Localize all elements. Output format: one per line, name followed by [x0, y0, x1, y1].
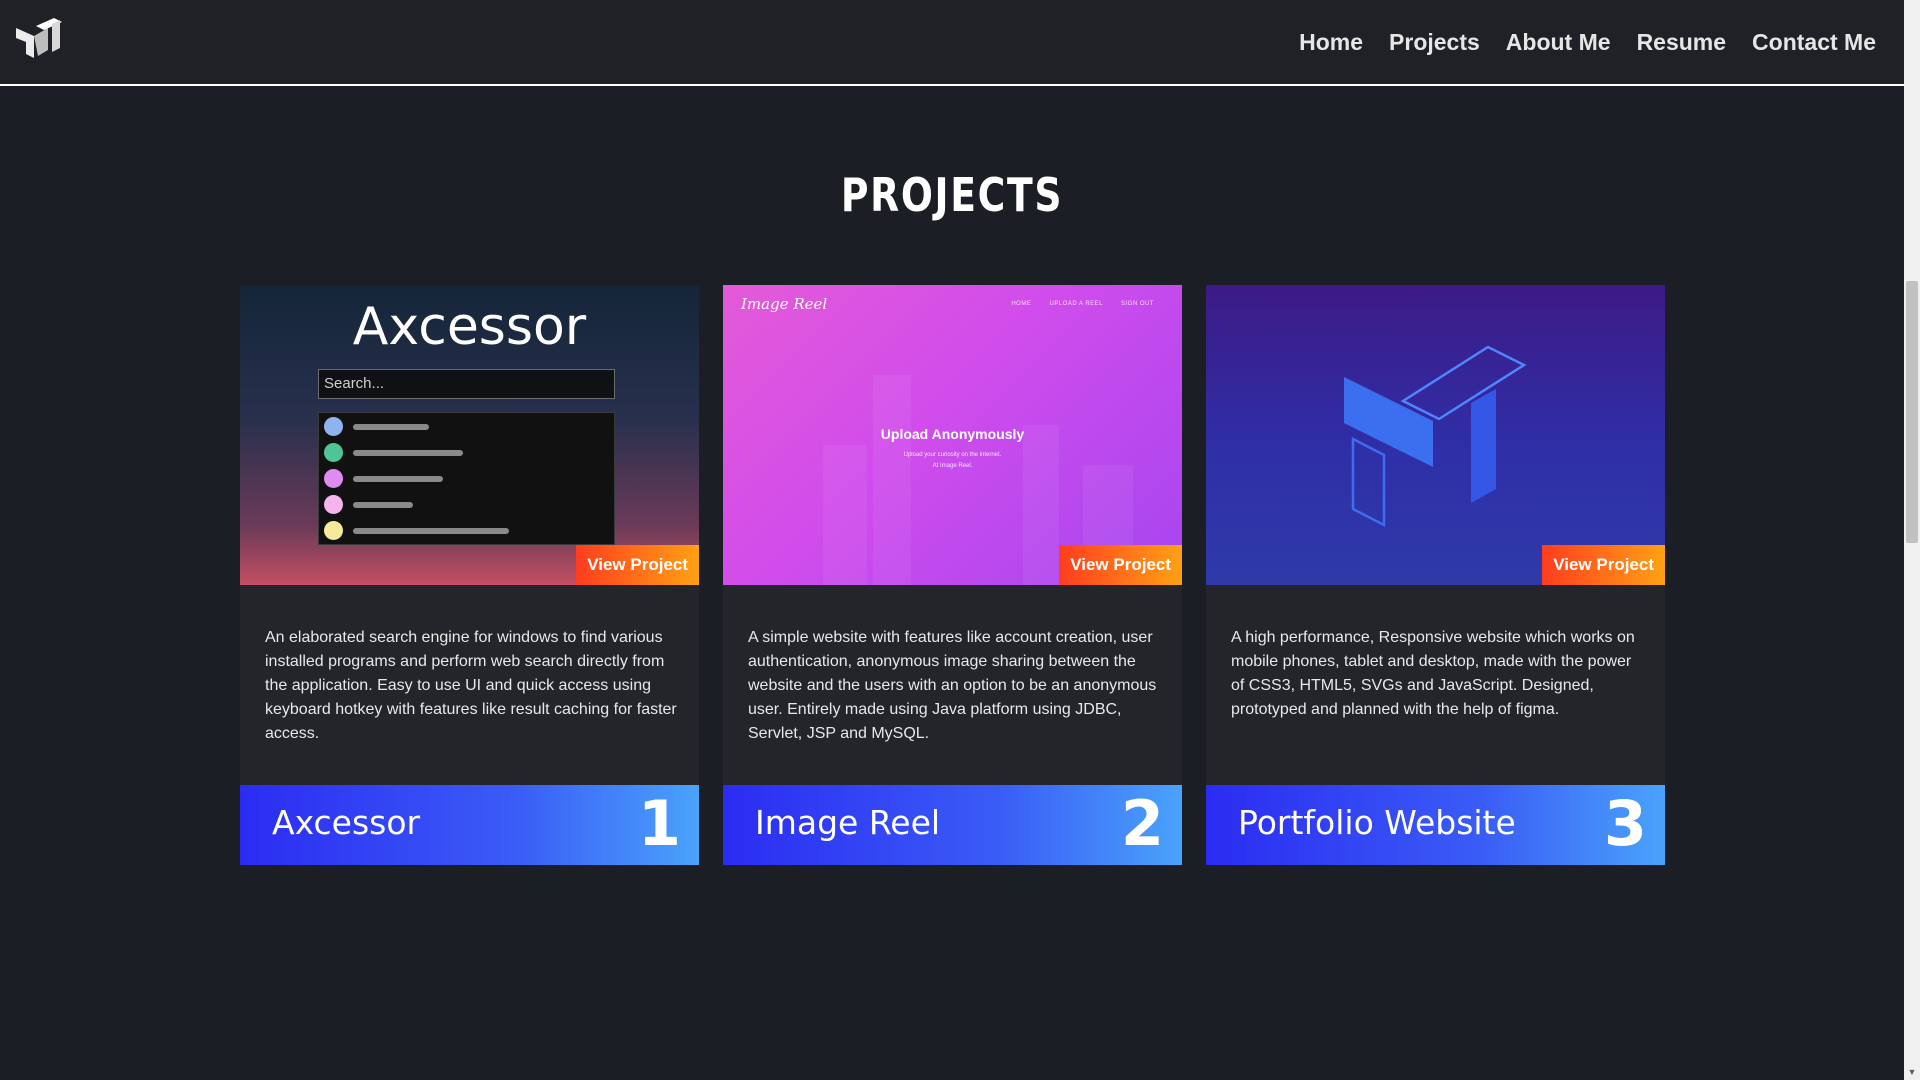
isometric-logo-icon	[1344, 345, 1527, 528]
nav-link-home[interactable]: Home	[1299, 29, 1363, 56]
project-title-bar[interactable]: Image Reel 2	[723, 785, 1182, 865]
thumbnail-nav-item: HOME	[1011, 301, 1032, 307]
thumbnail-result-list	[318, 412, 615, 545]
project-title: Image Reel	[755, 803, 941, 842]
scrollbar-thumb[interactable]	[1906, 281, 1918, 543]
project-thumbnail: View Project	[1206, 285, 1665, 585]
scroll-down-arrow-icon[interactable]: ▼	[1907, 1067, 1917, 1077]
project-title: Portfolio Website	[1238, 803, 1516, 842]
building-silhouette	[873, 375, 911, 585]
project-title-bar[interactable]: Portfolio Website 3	[1206, 785, 1665, 865]
project-number: 2	[1120, 787, 1164, 860]
navbar: Home Projects About Me Resume Contact Me	[0, 0, 1904, 86]
thumbnail-brand: Image Reel	[741, 295, 828, 313]
nav-link-about-me[interactable]: About Me	[1506, 29, 1611, 56]
nav-links: Home Projects About Me Resume Contact Me	[1299, 0, 1876, 84]
project-card: Image Reel HOME UPLOAD A REEL SIGN OUT U…	[723, 285, 1182, 865]
view-project-button[interactable]: View Project	[1542, 545, 1665, 585]
project-description: A simple website with features like acco…	[748, 629, 1157, 742]
project-description: A high performance, Responsive website w…	[1231, 629, 1635, 718]
thumbnail-subtext: Upload your curiosity on the internet. A…	[723, 450, 1182, 472]
building-silhouette	[1023, 425, 1059, 585]
project-card: Axcessor Search... View Project An elabo…	[240, 285, 699, 865]
page-scrollbar[interactable]: ▼	[1904, 0, 1920, 1080]
thumbnail-nav: HOME UPLOAD A REEL SIGN OUT	[995, 301, 1154, 307]
thumbnail-heading: Upload Anonymously	[880, 426, 1025, 442]
nav-link-contact-me[interactable]: Contact Me	[1752, 29, 1876, 56]
view-project-button[interactable]: View Project	[1059, 545, 1182, 585]
project-thumbnail: Axcessor Search... View Project	[240, 285, 699, 585]
project-number: 3	[1603, 787, 1647, 860]
thumbnail-heading: Axcessor	[352, 297, 587, 357]
thumbnail-nav-item: UPLOAD A REEL	[1049, 301, 1103, 307]
project-card: View Project A high performance, Respons…	[1206, 285, 1665, 865]
project-thumbnail: Image Reel HOME UPLOAD A REEL SIGN OUT U…	[723, 285, 1182, 585]
thumbnail-subtext-line: Upload your curiosity on the internet.	[903, 452, 1002, 458]
logo-icon[interactable]	[14, 14, 64, 66]
thumbnail-search-box: Search...	[318, 369, 615, 399]
nav-link-projects[interactable]: Projects	[1389, 29, 1480, 56]
project-description: An elaborated search engine for windows …	[265, 629, 677, 742]
project-title-bar[interactable]: Axcessor 1	[240, 785, 699, 865]
view-project-button[interactable]: View Project	[576, 545, 699, 585]
project-number: 1	[637, 787, 681, 860]
thumbnail-nav-item: SIGN OUT	[1120, 301, 1154, 307]
section-title: PROJECTS	[840, 168, 1064, 222]
project-title: Axcessor	[272, 803, 421, 842]
nav-link-resume[interactable]: Resume	[1637, 29, 1726, 56]
thumbnail-subtext-line: At Image Reel.	[932, 463, 973, 469]
